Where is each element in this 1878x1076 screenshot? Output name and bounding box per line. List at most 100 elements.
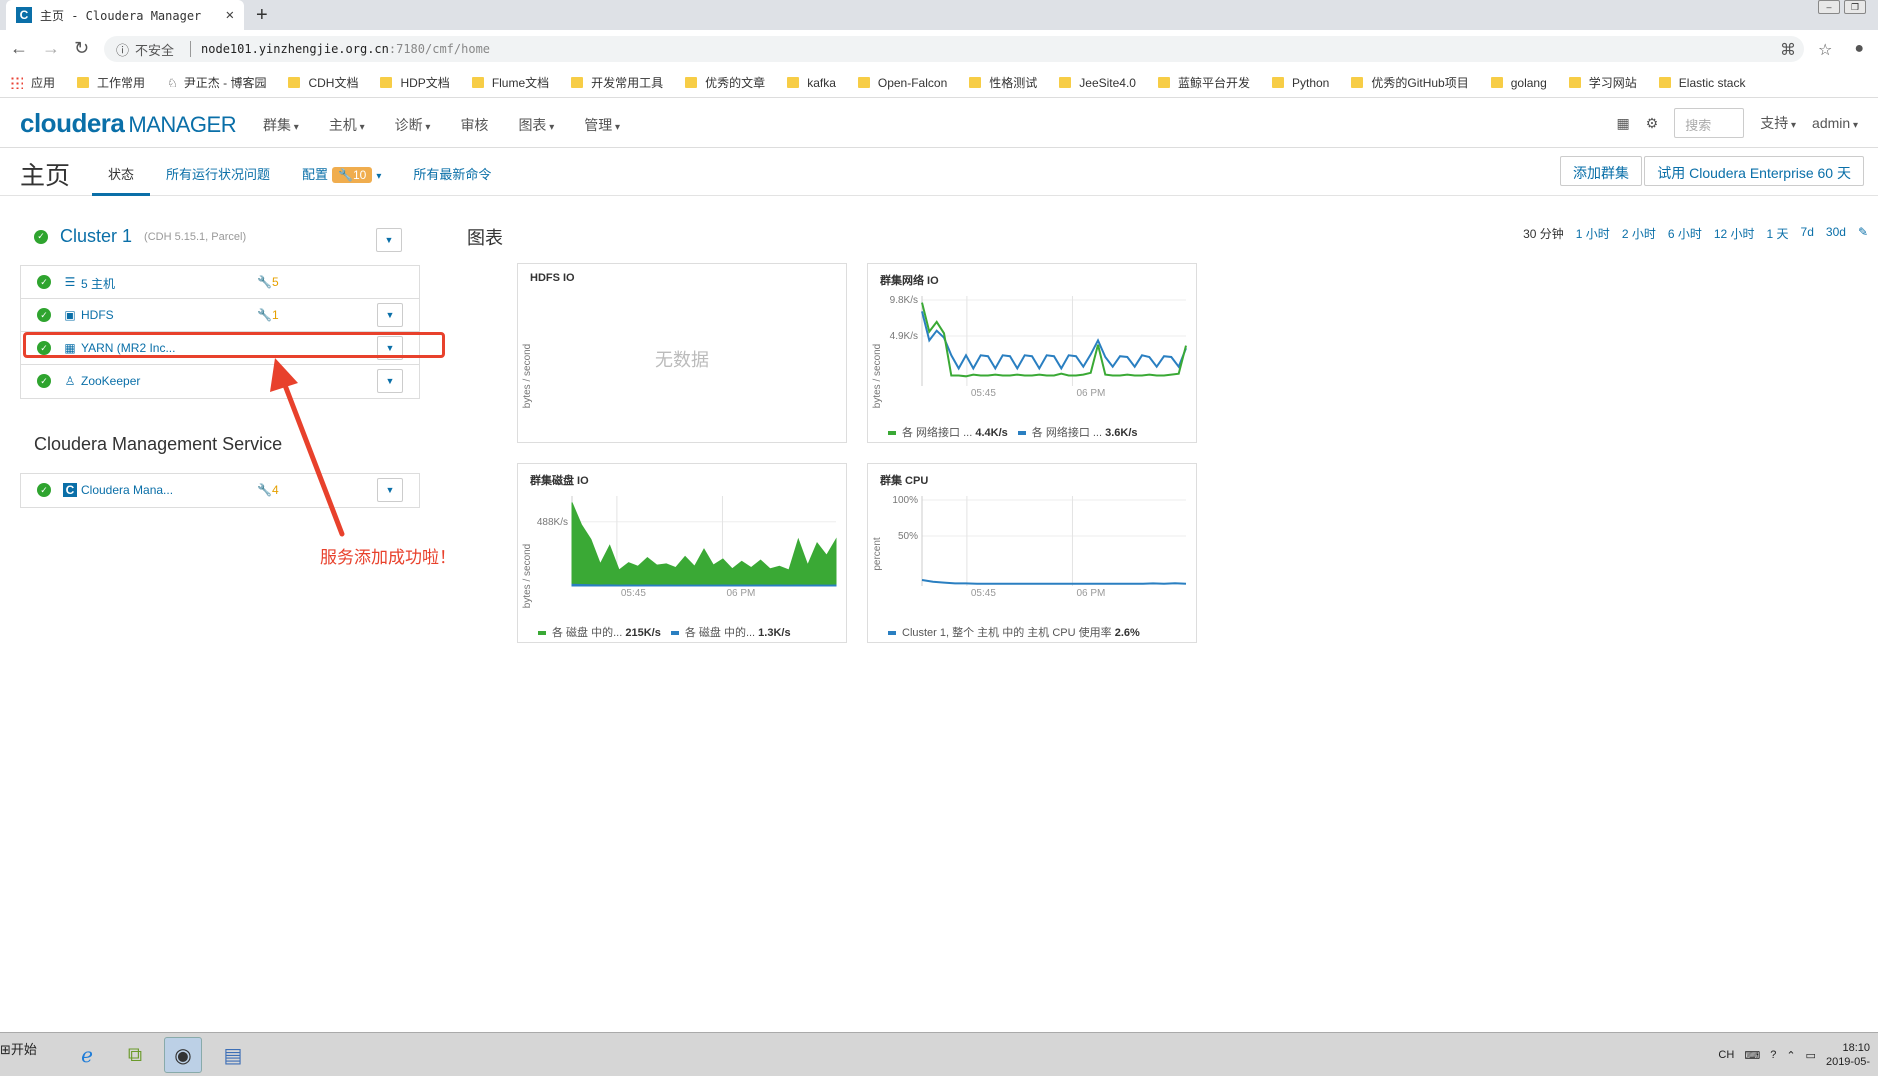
time-range-option[interactable]: 30d bbox=[1826, 225, 1846, 242]
vsphere-icon[interactable]: ⧉ bbox=[116, 1037, 154, 1073]
info-icon[interactable]: ⓘ bbox=[116, 40, 129, 59]
minimize-icon[interactable]: – bbox=[1818, 0, 1840, 14]
reload-icon[interactable]: ↻ bbox=[74, 38, 89, 59]
legend-item[interactable]: 各 网络接口 ... 4.4K/s bbox=[888, 427, 1018, 439]
trial-enterprise-button[interactable]: 试用 Cloudera Enterprise 60 天 bbox=[1644, 156, 1864, 186]
clock[interactable]: 18:10 2019-05- bbox=[1826, 1041, 1870, 1069]
service-actions-dropdown[interactable]: ▼ bbox=[377, 369, 403, 393]
bookmark-item[interactable]: 优秀的文章 bbox=[685, 74, 765, 91]
parcel-icon[interactable]: ▦ bbox=[1616, 115, 1629, 132]
time-range-option[interactable]: 30 分钟 bbox=[1523, 225, 1564, 242]
translate-icon[interactable]: ⌘ bbox=[1780, 40, 1796, 60]
time-range-option[interactable]: 2 小时 bbox=[1622, 225, 1656, 242]
chart-disk-io[interactable]: 群集磁盘 IO bytes / second 488K/s 05:45 06 PM 各 磁… bbox=[517, 463, 847, 643]
bookmark-item[interactable]: golang bbox=[1490, 76, 1547, 90]
time-range-option[interactable]: 1 天 bbox=[1767, 225, 1789, 242]
bookmark-item[interactable]: 蓝鲸平台开发 bbox=[1157, 74, 1250, 91]
service-name-link[interactable]: 5 主机 bbox=[81, 275, 115, 292]
bookmark-item[interactable]: 应用 bbox=[10, 74, 55, 91]
wrench-icon: 🔧 bbox=[257, 275, 272, 289]
time-range-option[interactable]: 6 小时 bbox=[1668, 225, 1702, 242]
menu-item[interactable]: 诊断 bbox=[395, 115, 431, 135]
bookmark-item[interactable]: 工作常用 bbox=[77, 74, 145, 91]
bookmark-star-icon[interactable]: ☆ bbox=[1818, 40, 1832, 60]
add-cluster-button[interactable]: 添加群集 bbox=[1560, 156, 1642, 186]
bookmark-item[interactable]: HDP文档 bbox=[380, 74, 450, 91]
chart-hdfs-io[interactable]: HDFS IO bytes / second 无数据 bbox=[517, 263, 847, 443]
cm-icon: C bbox=[63, 483, 77, 497]
tray-expand-icon[interactable]: ⌃ bbox=[1786, 1049, 1795, 1062]
back-icon[interactable]: ← bbox=[10, 38, 28, 59]
bookmark-item[interactable]: JeeSite4.0 bbox=[1059, 76, 1136, 90]
health-good-icon: ✓ bbox=[37, 483, 51, 497]
config-warning[interactable]: 🔧1 bbox=[257, 308, 279, 322]
legend-item[interactable]: 各 网络接口 ... 3.6K/s bbox=[1017, 427, 1148, 439]
page-tab[interactable]: 配置 🔧10 ▾ bbox=[286, 148, 397, 196]
bookmark-item[interactable]: Elastic stack bbox=[1658, 76, 1745, 90]
legend-item[interactable]: Cluster 1, 整个 主机 中的 主机 CPU 使用率 2.6% bbox=[888, 627, 1150, 639]
bookmark-item[interactable]: 学习网站 bbox=[1568, 74, 1637, 91]
service-actions-dropdown[interactable]: ▼ bbox=[377, 478, 403, 502]
legend-swatch bbox=[888, 631, 896, 636]
forward-icon[interactable]: → bbox=[42, 38, 60, 59]
close-tab-icon[interactable]: ✕ bbox=[226, 7, 234, 23]
notes-icon[interactable]: ▤ bbox=[214, 1037, 252, 1073]
start-button[interactable]: ⊞开始 bbox=[0, 1039, 37, 1058]
config-warning[interactable]: 🔧5 bbox=[257, 275, 279, 289]
bookmark-item[interactable]: CDH文档 bbox=[288, 74, 358, 91]
chart-network-io[interactable]: 群集网络 IO bytes / second 9.8K/s 4.9K/s 05:45 06… bbox=[867, 263, 1197, 443]
bookmark-item[interactable]: Open-Falcon bbox=[857, 76, 947, 90]
page-tab[interactable]: 状态 bbox=[92, 148, 151, 196]
bookmark-item[interactable]: Python bbox=[1272, 76, 1329, 90]
support-menu[interactable]: 支持 bbox=[1760, 113, 1796, 133]
service-name-link[interactable]: ZooKeeper bbox=[81, 374, 140, 388]
time-range-option[interactable]: 7d bbox=[1801, 225, 1814, 242]
menu-item[interactable]: 审核 bbox=[460, 115, 488, 135]
bookmark-item[interactable]: ♘ 尹正杰 - 博客园 bbox=[167, 74, 266, 91]
address-bar[interactable]: ⓘ 不安全 node101.yinzhengjie.org.cn :7180/c… bbox=[104, 36, 1804, 62]
config-warning[interactable]: 🔧4 bbox=[257, 483, 279, 497]
user-menu[interactable]: admin bbox=[1812, 115, 1858, 131]
edit-pencil-icon[interactable]: ✎ bbox=[1858, 225, 1868, 242]
help-icon[interactable]: ? bbox=[1770, 1049, 1776, 1061]
highlight-box bbox=[23, 332, 445, 358]
chart-legend: 各 磁盘 中的... 215K/s 各 磁盘 中的... 1.3K/s bbox=[538, 624, 801, 640]
ie-icon[interactable]: ℯ bbox=[68, 1037, 106, 1073]
chrome-icon[interactable]: ◉ bbox=[164, 1037, 202, 1073]
bookmark-item[interactable]: kafka bbox=[787, 76, 836, 90]
bookmark-item[interactable]: Flume文档 bbox=[471, 74, 549, 91]
keyboard-icon[interactable]: ⌨ bbox=[1744, 1049, 1760, 1062]
page-tab[interactable]: 所有最新命令 bbox=[397, 148, 507, 196]
lang-indicator[interactable]: CH bbox=[1718, 1049, 1734, 1061]
menu-item[interactable]: 主机 bbox=[329, 115, 365, 135]
cm-header: clouderaMANAGER 群集 主机 诊断 审核 图表 管理 ▦ ⚙ 搜索 支持 a… bbox=[0, 100, 1878, 148]
cluster-actions-dropdown[interactable]: ▼ bbox=[376, 228, 402, 252]
service-name-link[interactable]: HDFS bbox=[81, 308, 114, 322]
browser-tab[interactable]: C 主页 - Cloudera Manager ✕ bbox=[6, 0, 244, 30]
service-name-link[interactable]: Cloudera Mana... bbox=[81, 483, 173, 497]
menu-item[interactable]: 图表 bbox=[518, 115, 554, 135]
bookmark-item[interactable]: 开发常用工具 bbox=[571, 74, 663, 91]
new-tab-icon[interactable]: + bbox=[256, 4, 268, 27]
y-axis-label: percent bbox=[872, 537, 883, 571]
menu-item[interactable]: 管理 bbox=[584, 115, 620, 135]
page-tab[interactable]: 所有运行状况问题 bbox=[150, 148, 286, 196]
legend-item[interactable]: 各 磁盘 中的... 1.3K/s bbox=[670, 627, 801, 639]
cluster-name-link[interactable]: Cluster 1 bbox=[60, 226, 132, 247]
bookmark-label: 学习网站 bbox=[1588, 76, 1637, 90]
search-input[interactable]: 搜索 bbox=[1674, 108, 1745, 138]
service-actions-dropdown[interactable]: ▼ bbox=[377, 303, 403, 327]
time-range-option[interactable]: 12 小时 bbox=[1714, 225, 1755, 242]
running-commands-icon[interactable]: ⚙ bbox=[1646, 115, 1659, 132]
y-axis-label: bytes / second bbox=[872, 344, 883, 408]
cloudera-manager-logo[interactable]: cloudera MANAGER bbox=[20, 108, 237, 139]
time-range-option[interactable]: 1 小时 bbox=[1576, 225, 1610, 242]
profile-icon[interactable]: ● bbox=[1854, 40, 1864, 60]
bookmark-item[interactable]: 优秀的GitHub项目 bbox=[1351, 74, 1469, 91]
restore-icon[interactable]: ❐ bbox=[1844, 0, 1866, 14]
bookmark-item[interactable]: 性格测试 bbox=[969, 74, 1037, 91]
legend-item[interactable]: 各 磁盘 中的... 215K/s bbox=[538, 627, 671, 639]
menu-item[interactable]: 群集 bbox=[263, 115, 299, 135]
network-icon[interactable]: ▭ bbox=[1806, 1049, 1816, 1062]
chart-cpu[interactable]: 群集 CPU percent 100% 50% 05:45 06 PM Cluster 1,… bbox=[867, 463, 1197, 643]
